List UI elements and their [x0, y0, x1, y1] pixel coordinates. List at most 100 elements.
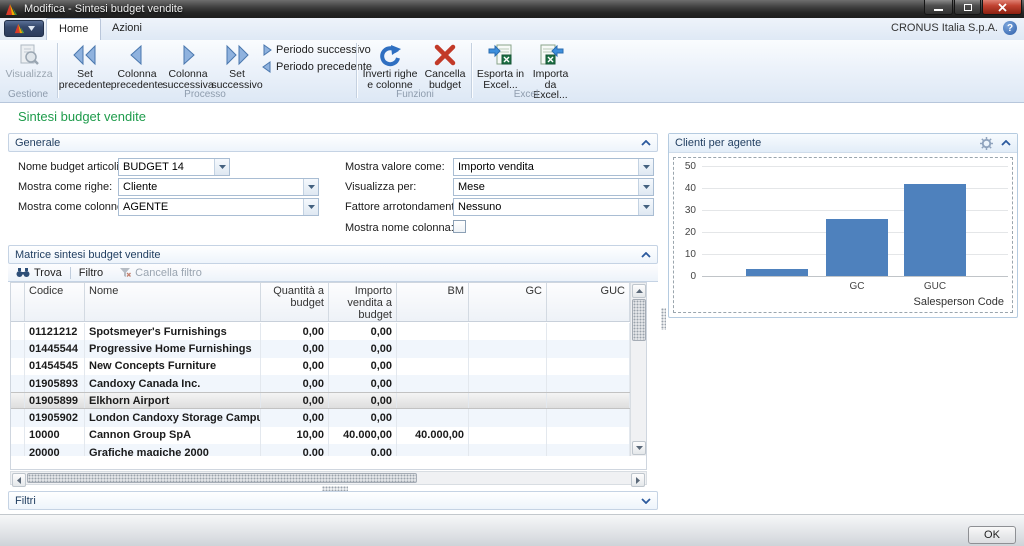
- table-cell[interactable]: [469, 427, 547, 444]
- table-cell[interactable]: [469, 323, 547, 340]
- table-cell[interactable]: [547, 340, 630, 357]
- set-precedente-button[interactable]: Set precedente: [59, 42, 111, 90]
- column-header-guc[interactable]: GUC: [547, 283, 630, 321]
- table-row[interactable]: 01905902London Candoxy Storage Campus0,0…: [11, 409, 632, 426]
- filtro-button[interactable]: Filtro: [71, 267, 111, 279]
- table-cell[interactable]: [397, 340, 469, 357]
- tab-home[interactable]: Home: [46, 18, 101, 40]
- table-cell[interactable]: [547, 393, 630, 408]
- table-row[interactable]: 01905899Elkhorn Airport0,000,00: [11, 392, 632, 409]
- mostra-nome-checkbox[interactable]: [453, 220, 466, 233]
- bar-blank[interactable]: [746, 269, 808, 276]
- dropdown-arrow-icon[interactable]: [303, 199, 318, 215]
- table-cell[interactable]: [469, 375, 547, 392]
- scroll-left-icon[interactable]: [12, 473, 26, 487]
- dropdown-arrow-icon[interactable]: [638, 179, 653, 195]
- visualizza-button[interactable]: Visualizza: [4, 42, 54, 80]
- dropdown-arrow-icon[interactable]: [214, 159, 229, 175]
- table-cell[interactable]: 01905902: [25, 409, 85, 426]
- cancella-budget-button[interactable]: Cancella budget: [421, 42, 469, 90]
- table-cell[interactable]: 40.000,00: [397, 427, 469, 444]
- table-cell[interactable]: [469, 444, 547, 456]
- table-cell[interactable]: [547, 375, 630, 392]
- column-header-gc[interactable]: GC: [469, 283, 547, 321]
- row-selector-cell[interactable]: [11, 375, 25, 392]
- fattore-combo[interactable]: Nessuno: [453, 198, 654, 216]
- table-row[interactable]: 20000Grafiche magiche 20000,000,00: [11, 444, 632, 456]
- mostra-righe-combo[interactable]: Cliente: [118, 178, 319, 196]
- vertical-scrollbar[interactable]: [630, 283, 646, 456]
- column-header-codice[interactable]: Codice: [25, 283, 85, 321]
- table-cell[interactable]: 0,00: [329, 375, 397, 392]
- fasttab-filtri-header[interactable]: Filtri: [8, 491, 658, 510]
- help-icon[interactable]: ?: [1003, 21, 1017, 35]
- chevron-down-icon[interactable]: [641, 498, 651, 504]
- gear-icon[interactable]: [980, 137, 993, 150]
- table-cell[interactable]: New Concepts Furniture: [85, 358, 261, 375]
- dropdown-arrow-icon[interactable]: [638, 199, 653, 215]
- row-selector-cell[interactable]: [11, 393, 25, 408]
- row-selector-cell[interactable]: [11, 409, 25, 426]
- table-cell[interactable]: Spotsmeyer's Furnishings: [85, 323, 261, 340]
- row-selector-cell[interactable]: [11, 444, 25, 456]
- mostra-colonne-combo[interactable]: AGENTE: [118, 198, 319, 216]
- row-selector-cell[interactable]: [11, 323, 25, 340]
- table-cell[interactable]: 0,00: [261, 375, 329, 392]
- column-header-bm[interactable]: BM: [397, 283, 469, 321]
- chevron-up-icon[interactable]: [1001, 140, 1011, 146]
- periodo-successivo-button[interactable]: Periodo successivo: [262, 44, 371, 56]
- visualizza-per-combo[interactable]: Mese: [453, 178, 654, 196]
- table-cell[interactable]: 10000: [25, 427, 85, 444]
- tab-azioni[interactable]: Azioni: [100, 18, 154, 40]
- table-cell[interactable]: [397, 409, 469, 426]
- bar-GUC[interactable]: [904, 184, 966, 276]
- table-cell[interactable]: 0,00: [329, 444, 397, 456]
- table-cell[interactable]: Elkhorn Airport: [85, 393, 261, 408]
- table-row[interactable]: 01121212Spotsmeyer's Furnishings0,000,00: [11, 323, 632, 340]
- chart-panel-header[interactable]: Clienti per agente: [669, 134, 1017, 153]
- table-cell[interactable]: [547, 409, 630, 426]
- row-selector-cell[interactable]: [11, 427, 25, 444]
- column-header-importo-vendita-a-budget[interactable]: Importo vendita a budget: [329, 283, 397, 321]
- set-successivo-button[interactable]: Set successivo: [214, 42, 260, 90]
- table-cell[interactable]: 01454545: [25, 358, 85, 375]
- column-header-nome[interactable]: Nome: [85, 283, 261, 321]
- colonna-precedente-button[interactable]: Colonna precedente: [112, 42, 162, 90]
- vertical-scroll-thumb[interactable]: [632, 299, 646, 341]
- table-cell[interactable]: [469, 393, 547, 408]
- table-cell[interactable]: [547, 444, 630, 456]
- table-row[interactable]: 01454545New Concepts Furniture0,000,00: [11, 358, 632, 375]
- bar-GC[interactable]: [826, 219, 888, 276]
- horizontal-scrollbar[interactable]: [10, 471, 647, 485]
- table-cell[interactable]: 10,00: [261, 427, 329, 444]
- nome-budget-combo[interactable]: BUDGET 14: [118, 158, 230, 176]
- table-row[interactable]: 10000Cannon Group SpA10,0040.000,0040.00…: [11, 427, 632, 444]
- table-cell[interactable]: 01905893: [25, 375, 85, 392]
- panel-splitter-handle[interactable]: [661, 308, 666, 330]
- scroll-right-icon[interactable]: [631, 473, 645, 487]
- table-cell[interactable]: 0,00: [329, 358, 397, 375]
- table-cell[interactable]: Cannon Group SpA: [85, 427, 261, 444]
- fasttab-generale-header[interactable]: Generale: [8, 133, 658, 152]
- table-cell[interactable]: [547, 427, 630, 444]
- table-cell[interactable]: 0,00: [261, 323, 329, 340]
- table-cell[interactable]: [397, 393, 469, 408]
- minimize-button[interactable]: [924, 0, 953, 15]
- row-selector-cell[interactable]: [11, 340, 25, 357]
- table-cell[interactable]: 0,00: [261, 358, 329, 375]
- table-cell[interactable]: 40.000,00: [329, 427, 397, 444]
- chevron-up-icon[interactable]: [641, 252, 651, 258]
- esporta-excel-button[interactable]: Esporta in Excel...: [476, 42, 525, 90]
- dropdown-arrow-icon[interactable]: [638, 159, 653, 175]
- table-cell[interactable]: 01445544: [25, 340, 85, 357]
- colonna-successiva-button[interactable]: Colonna successiva: [163, 42, 213, 90]
- chevron-up-icon[interactable]: [641, 140, 651, 146]
- row-selector-header[interactable]: [11, 283, 25, 321]
- table-row[interactable]: 01445544Progressive Home Furnishings0,00…: [11, 340, 632, 357]
- table-cell[interactable]: Progressive Home Furnishings: [85, 340, 261, 357]
- table-cell[interactable]: 0,00: [261, 340, 329, 357]
- scroll-up-icon[interactable]: [632, 284, 646, 298]
- table-row[interactable]: 01905893Candoxy Canada Inc.0,000,00: [11, 375, 632, 392]
- table-cell[interactable]: [547, 323, 630, 340]
- dropdown-arrow-icon[interactable]: [303, 179, 318, 195]
